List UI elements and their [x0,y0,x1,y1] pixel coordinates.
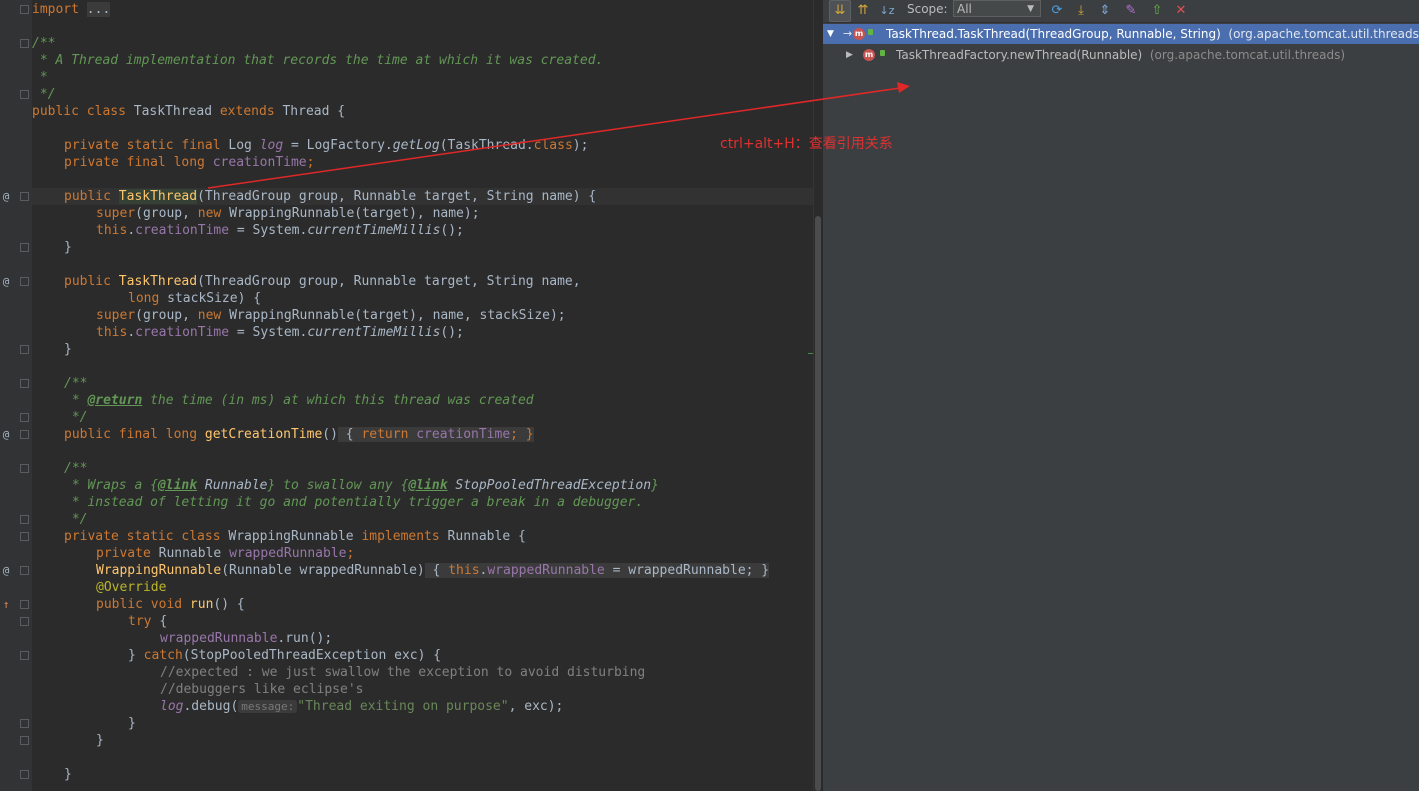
recursion-arrow-icon: → [843,27,853,40]
code-line: */ [64,410,88,425]
tree-row-label: TaskThreadFactory.newThread(Runnable) (o… [896,48,1346,62]
public-access-icon [880,50,885,56]
fold-toggle-icon[interactable] [20,770,29,779]
fold-toggle-icon[interactable] [20,90,29,99]
code-line: WrappingRunnable(Runnable wrappedRunnabl… [96,563,770,578]
folded-imports[interactable]: ... [86,2,111,17]
code-line: } [128,716,136,731]
parameter-hint: message: [238,700,298,713]
code-line: this.creationTime = System.currentTimeMi… [96,325,464,340]
code-line: @Override [96,580,167,595]
code-line: } [64,342,72,357]
code-line: this.creationTime = System.currentTimeMi… [96,223,464,238]
fold-toggle-icon[interactable] [20,430,29,439]
override-marker-icon[interactable]: @ [0,188,12,205]
folded-method-body[interactable]: { return creationTime; } [337,427,534,442]
editor-gutter: @ @ @ @ ↑ [0,0,32,791]
code-line: try { [128,614,168,629]
expand-triangle-icon[interactable]: ▼ [827,24,834,44]
close-icon[interactable]: ✕ [1171,1,1191,21]
code-line: * [32,70,48,85]
code-line: * instead of letting it go and potential… [64,495,644,510]
code-line: import ... [32,2,111,17]
constructor-name-highlight[interactable]: TaskThread [118,189,198,204]
caller-hierarchy-icon[interactable]: ⇊ [829,0,851,22]
tree-row-label: TaskThread.TaskThread(ThreadGroup, Runna… [886,27,1419,41]
folded-constructor-body[interactable]: { this.wrappedRunnable = wrappedRunnable… [424,563,770,578]
method-icon: m [863,49,875,61]
code-editor[interactable]: @ @ @ @ ↑ import ... /** * A Thread impl… [0,0,822,791]
tree-row-selected[interactable]: ▼ → m TaskThread.TaskThread(ThreadGroup,… [823,24,1419,44]
tree-row[interactable]: ▶ m TaskThreadFactory.newThread(Runnable… [823,45,1419,65]
code-line: /** [64,461,88,476]
annotation-text: ctrl+alt+H：查看引用关系 [720,136,893,152]
override-marker-icon[interactable]: @ [0,562,12,579]
export-icon[interactable]: ⇧ [1147,1,1167,21]
expand-triangle-icon[interactable]: ▶ [846,45,853,65]
fold-toggle-icon[interactable] [20,600,29,609]
code-line: wrappedRunnable.run(); [160,631,333,646]
scope-dropdown[interactable]: All ▼ [953,0,1041,17]
code-line: private static class WrappingRunnable im… [64,529,526,544]
scope-value: All [957,2,972,16]
code-line: public final long getCreationTime() { re… [64,427,534,442]
fold-toggle-icon[interactable] [20,413,29,422]
code-line: * A Thread implementation that records t… [32,53,604,68]
override-marker-icon[interactable]: @ [0,273,12,290]
fold-toggle-icon[interactable] [20,379,29,388]
code-line: private Runnable wrappedRunnable; [96,546,355,561]
code-line: * Wraps a {@link Runnable} to swallow an… [64,478,659,493]
code-line: /** [64,376,88,391]
code-line: } [64,767,72,782]
call-hierarchy-panel: ⇊ ⇈ ↓z Scope: All ▼ ⟳ ⤓ ⇕ ✎ ⇧ ✕ ▼ → m Ta… [822,0,1419,791]
code-line: */ [64,512,88,527]
code-line: super(group, new WrappingRunnable(target… [96,308,566,323]
implements-marker-icon[interactable]: ↑ [0,596,12,613]
fold-toggle-icon[interactable] [20,277,29,286]
code-line: //expected : we just swallow the excepti… [160,665,646,680]
expand-all-icon[interactable]: ⇕ [1095,1,1115,21]
pin-icon[interactable]: ✎ [1121,1,1141,21]
sort-alpha-icon[interactable]: ↓z [877,1,897,21]
fold-toggle-icon[interactable] [20,192,29,201]
fold-toggle-icon[interactable] [20,39,29,48]
hierarchy-toolbar: ⇊ ⇈ ↓z Scope: All ▼ ⟳ ⤓ ⇕ ✎ ⇧ ✕ [823,0,1419,23]
fold-toggle-icon[interactable] [20,617,29,626]
code-line: private static final Log log = LogFactor… [64,138,589,153]
override-marker-icon[interactable]: @ [0,426,12,443]
autoscroll-to-source-icon[interactable]: ⤓ [1071,1,1091,21]
code-line: private final long creationTime; [64,155,315,170]
code-line: */ [32,87,56,102]
code-line: public TaskThread(ThreadGroup group, Run… [64,274,581,289]
code-line: } [96,733,104,748]
fold-toggle-icon[interactable] [20,719,29,728]
code-line: //debuggers like eclipse's [160,682,364,697]
fold-toggle-icon[interactable] [20,532,29,541]
fold-toggle-icon[interactable] [20,5,29,14]
fold-toggle-icon[interactable] [20,736,29,745]
code-line: public class TaskThread extends Thread { [32,104,346,119]
chevron-down-icon: ▼ [1027,4,1034,14]
code-line: /** [32,36,56,51]
fold-toggle-icon[interactable] [20,651,29,660]
code-line: * @return the time (in ms) at which this… [64,393,534,408]
fold-toggle-icon[interactable] [20,464,29,473]
refresh-icon[interactable]: ⟳ [1047,1,1067,21]
code-line: log.debug(message: "Thread exiting on pur… [160,699,564,714]
fold-toggle-icon[interactable] [20,566,29,575]
code-line: super(group, new WrappingRunnable(target… [96,206,480,221]
scope-label: Scope: [907,2,948,16]
code-line: long stackSize) { [128,291,262,306]
fold-toggle-icon[interactable] [20,243,29,252]
editor-scrollbar-thumb[interactable] [815,216,821,791]
fold-toggle-icon[interactable] [20,345,29,354]
fold-toggle-icon[interactable] [20,515,29,524]
callee-hierarchy-icon[interactable]: ⇈ [853,1,873,21]
public-access-icon [868,29,873,35]
method-icon: m [853,28,865,40]
code-line-current: public TaskThread(ThreadGroup group, Run… [32,188,813,205]
code-line: public void run() { [96,597,245,612]
code-line: } catch(StopPooledThreadException exc) { [128,648,442,663]
code-line: } [64,240,72,255]
